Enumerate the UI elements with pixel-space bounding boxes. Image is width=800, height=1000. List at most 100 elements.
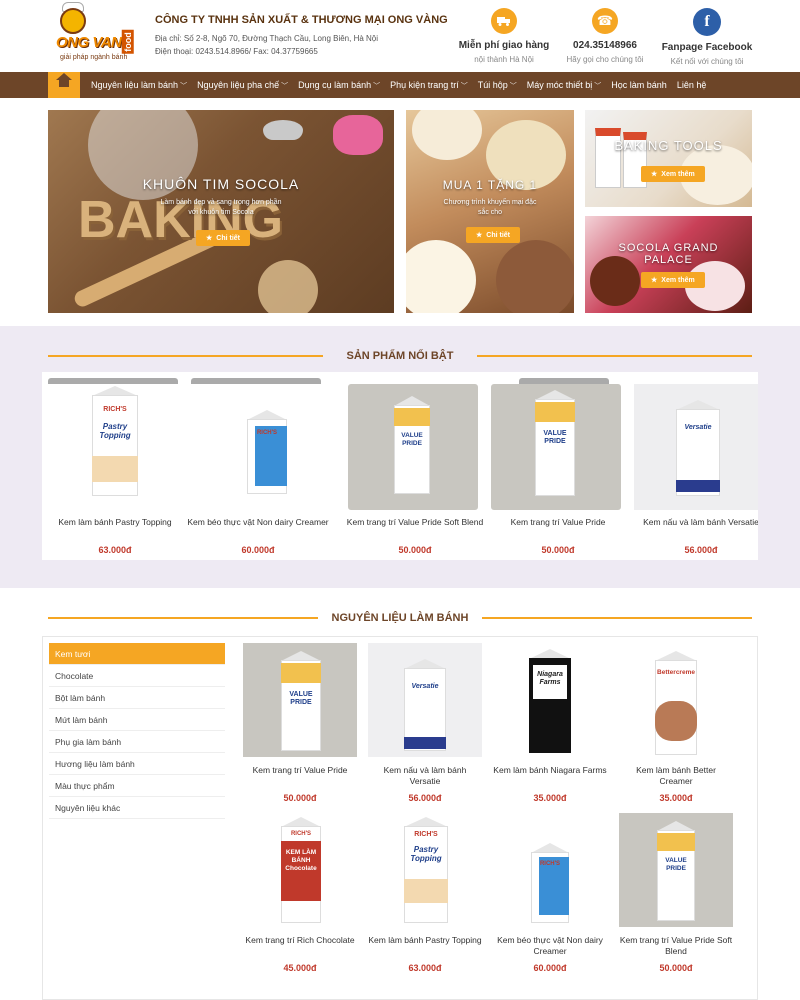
category-title: NGUYÊN LIỆU LÀM BÁNH (48, 608, 752, 626)
product-card[interactable]: RICH'S Kem béo thực vật Non dairy Creame… (493, 813, 607, 973)
product-card[interactable]: Versatie Kem nấu và làm bánh Versatie 56… (368, 643, 482, 803)
nav-item[interactable]: Liên hệ (672, 80, 712, 90)
featured-product-card[interactable]: VALUE PRIDE Kem trang trí Value Pride So… (342, 372, 483, 560)
bee-mascot-icon (60, 8, 86, 34)
facebook-title[interactable]: Fanpage Facebook (652, 42, 762, 53)
product-name[interactable]: Kem nấu và làm bánh Versatie (628, 517, 758, 528)
category-item[interactable]: Chocolate (49, 665, 225, 687)
sprinkles-pink (333, 115, 383, 155)
product-image[interactable]: RICH'S (247, 410, 287, 494)
product-image[interactable]: VALUE PRIDE (535, 390, 575, 496)
product-image[interactable]: RICH'S Pastry Topping (368, 813, 482, 927)
product-price: 50.000đ (659, 963, 693, 973)
product-card[interactable]: Bettercreme Kem làm bánh Better Creamer … (619, 643, 733, 803)
home-button[interactable] (48, 72, 80, 98)
chevron-down-icon: ﹀ (594, 82, 602, 90)
product-image[interactable]: Bettercreme (619, 643, 733, 757)
home-icon (56, 73, 72, 91)
product-name[interactable]: Kem trang trí Value Pride (485, 517, 631, 528)
product-image[interactable]: RICH'S Pastry Topping (92, 386, 138, 496)
chevron-down-icon: ﹀ (460, 82, 468, 90)
hotline-sub: Hãy gọi cho chúng tôi (566, 55, 644, 64)
product-name[interactable]: Kem làm bánh Pastry Topping (368, 935, 482, 957)
banner-more-button[interactable]: ★ Xem thêm (641, 272, 705, 288)
banner-title: BAKING TOOLS (614, 138, 723, 153)
category-item[interactable]: Mứt làm bánh (49, 709, 225, 731)
nav-item[interactable]: Học làm bánh (606, 80, 672, 90)
nav-item[interactable]: Máy móc thiết bị ﹀ (522, 80, 607, 91)
banner-buy1-get1[interactable]: MUA 1 TẶNG 1 Chương trình khuyến mại đặc… (406, 110, 574, 313)
nav-item[interactable]: Nguyên liệu pha chế ﹀ (192, 80, 293, 91)
banner-heart-mold[interactable]: BAKING KHUÔN TIM SOCOLA Làm bánh đẹp và … (48, 110, 394, 313)
banner-detail-button[interactable]: ★ Chi tiết (466, 227, 521, 243)
chevron-down-icon: ﹀ (281, 82, 289, 90)
product-card[interactable]: Niagara Farms Kem làm bánh Niagara Farms… (493, 643, 607, 803)
product-image[interactable]: RICH'S KEM LÀM BÁNH Chocolate (243, 813, 357, 927)
product-image[interactable]: VALUE PRIDE (394, 396, 430, 494)
category-item[interactable]: Phụ gia làm bánh (49, 731, 225, 753)
product-price: 50.000đ (283, 793, 317, 803)
product-name[interactable]: Kem béo thực vật Non dairy Creamer (185, 517, 331, 528)
featured-product-card[interactable]: VALUE PRIDE Kem trang trí Value Pride 50… (485, 372, 621, 560)
banner-more-button[interactable]: ★ Xem thêm (641, 166, 705, 182)
product-name[interactable]: Kem nấu và làm bánh Versatie (368, 765, 482, 787)
facebook-box[interactable]: f Fanpage Facebook Kết nối với chúng tôi (652, 8, 762, 66)
product-price: 35.000đ (533, 793, 567, 803)
nav-item[interactable]: Túi hộp ﹀ (473, 80, 522, 91)
category-item[interactable]: Nguyên liệu khác (49, 797, 225, 819)
category-item[interactable]: Bột làm bánh (49, 687, 225, 709)
cupcake-chocolate (496, 240, 574, 313)
product-card[interactable]: RICH'S Pastry Topping Kem làm bánh Pastr… (368, 813, 482, 973)
nav-item[interactable]: Phụ kiện trang trí ﹀ (385, 80, 473, 91)
logo[interactable]: ONG VANG food giải pháp ngành bánh (50, 2, 140, 64)
banner-title: SOCOLA GRAND PALACE (618, 242, 719, 266)
featured-product-card[interactable]: Versatie Kem nấu và làm bánh Versatie 56… (628, 372, 758, 560)
free-delivery-box: Miễn phí giao hàng nội thành Hà Nội (449, 8, 559, 64)
product-image[interactable]: RICH'S (493, 813, 607, 927)
product-image[interactable]: VALUE PRIDE (619, 813, 733, 927)
product-price: 50.000đ (541, 545, 575, 555)
cupcake-frosting (412, 110, 482, 160)
category-item[interactable]: Màu thực phẩm (49, 775, 225, 797)
facebook-icon[interactable]: f (693, 8, 721, 36)
banner-desc: Làm bánh đẹp và sang trọng hơn phần (160, 199, 282, 206)
category-item[interactable]: Hương liệu làm bánh (49, 753, 225, 775)
product-name[interactable]: Kem làm bánh Niagara Farms (493, 765, 607, 787)
featured-product-card[interactable]: RICH'S Kem béo thực vật Non dairy Creame… (185, 372, 329, 560)
nav-item[interactable]: Nguyên liệu làm bánh ﹀ (86, 80, 192, 91)
banner-desc: Chương trình khuyến mại đặc (443, 199, 537, 206)
hotline-number[interactable]: 024.35148966 (550, 40, 660, 51)
star-icon: ★ (476, 232, 483, 239)
product-card[interactable]: VALUE PRIDE Kem trang trí Value Pride 50… (243, 643, 357, 803)
product-name[interactable]: Kem trang trí Value Pride Soft Blend (619, 935, 733, 957)
category-item[interactable]: Kem tươi (49, 643, 225, 665)
product-card[interactable]: VALUE PRIDE Kem trang trí Value Pride So… (619, 813, 733, 973)
banner-desc: với khuôn tim Socola (188, 209, 254, 216)
product-card[interactable]: RICH'S KEM LÀM BÁNH Chocolate Kem trang … (243, 813, 357, 973)
banner-baking-tools[interactable]: BAKING TOOLS ★ Xem thêm (585, 110, 752, 207)
product-name[interactable]: Kem làm bánh Pastry Topping (42, 517, 188, 528)
product-name[interactable]: Kem trang trí Rich Chocolate (243, 935, 357, 957)
banner-detail-button[interactable]: ★ Chi tiết (196, 230, 251, 246)
product-name[interactable]: Kem béo thực vật Non dairy Creamer (493, 935, 607, 957)
featured-title-text: SẢN PHẨM NỔI BẬT (346, 350, 454, 362)
product-name[interactable]: Kem trang trí Value Pride (243, 765, 357, 787)
logo-sub: food (121, 30, 134, 54)
product-price: 60.000đ (533, 963, 567, 973)
site-header: ONG VANG food giải pháp ngành bánh CÔNG … (0, 0, 800, 72)
product-name[interactable]: Kem trang trí Value Pride Soft Blend (342, 517, 488, 528)
featured-product-card[interactable]: RICH'S Pastry Topping Kem làm bánh Pastr… (42, 372, 178, 560)
product-image[interactable]: Versatie (676, 400, 720, 496)
product-image[interactable]: VALUE PRIDE (243, 643, 357, 757)
banner-desc: sắc cho (477, 209, 503, 216)
product-price: 56.000đ (408, 793, 442, 803)
main-nav: Nguyên liệu làm bánh ﹀ Nguyên liệu pha chế… (0, 72, 800, 98)
hotline-box[interactable]: ☎ 024.35148966 Hãy gọi cho chúng tôi (550, 8, 660, 64)
product-image[interactable]: Versatie (368, 643, 482, 757)
banner-socola-grand-palace[interactable]: SOCOLA GRAND PALACE ★ Xem thêm (585, 216, 752, 313)
nav-item[interactable]: Dụng cụ làm bánh ﹀ (293, 80, 385, 91)
title-rule (48, 617, 318, 619)
product-price: 63.000đ (98, 545, 132, 555)
product-image[interactable]: Niagara Farms (493, 643, 607, 757)
product-name[interactable]: Kem làm bánh Better Creamer (619, 765, 733, 787)
